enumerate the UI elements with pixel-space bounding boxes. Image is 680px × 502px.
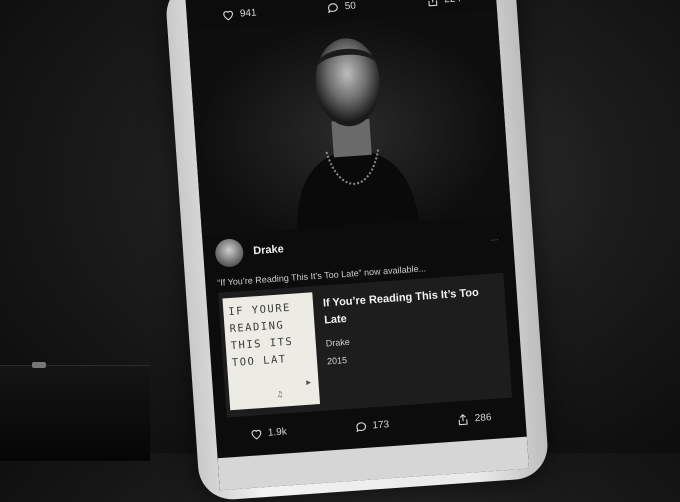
phone-device: 941 50 224 [164, 0, 550, 502]
share-count: 224 [444, 0, 461, 5]
phone-screen: 941 50 224 [184, 0, 530, 491]
comment-button[interactable]: 50 [326, 0, 356, 15]
album-year: 2015 [326, 355, 348, 367]
more-icon[interactable]: … [490, 232, 500, 243]
artist-portrait-image [296, 38, 420, 230]
artist-photo[interactable] [187, 9, 512, 236]
comment-button[interactable]: 173 [354, 418, 390, 433]
comment-count: 50 [344, 0, 357, 13]
share-button[interactable]: 224 [426, 0, 462, 8]
comment-count: 173 [372, 419, 390, 432]
object-knob [32, 362, 46, 368]
like-button[interactable]: 1.9k [250, 425, 288, 441]
album-cover[interactable]: IF YOURE READING THIS ITS TOO LAT ▶ ♫ [222, 292, 321, 411]
comment-icon [328, 3, 339, 14]
album-title: If You’re Reading This It’s Too Late [322, 286, 480, 327]
play-icon[interactable]: ▶ [306, 373, 313, 390]
share-button[interactable]: 286 [456, 411, 492, 426]
owl-logo-icon: ♫ [276, 389, 284, 399]
avatar[interactable] [214, 238, 245, 268]
post-author[interactable]: Drake [214, 235, 284, 268]
like-count: 941 [239, 7, 257, 20]
share-icon [459, 413, 469, 426]
comment-icon [356, 422, 366, 433]
like-count: 1.9k [267, 426, 288, 439]
album-artist: Drake [325, 336, 351, 349]
share-icon [428, 0, 438, 7]
tab-bar [217, 436, 530, 491]
heart-icon [223, 10, 234, 21]
like-button[interactable]: 941 [221, 6, 257, 21]
foreground-dark-object [0, 362, 150, 461]
artist-name[interactable]: Drake [253, 243, 284, 257]
album-card[interactable]: IF YOURE READING THIS ITS TOO LAT ▶ ♫ If… [218, 272, 513, 418]
share-count: 286 [474, 412, 492, 425]
heart-icon [251, 429, 262, 440]
